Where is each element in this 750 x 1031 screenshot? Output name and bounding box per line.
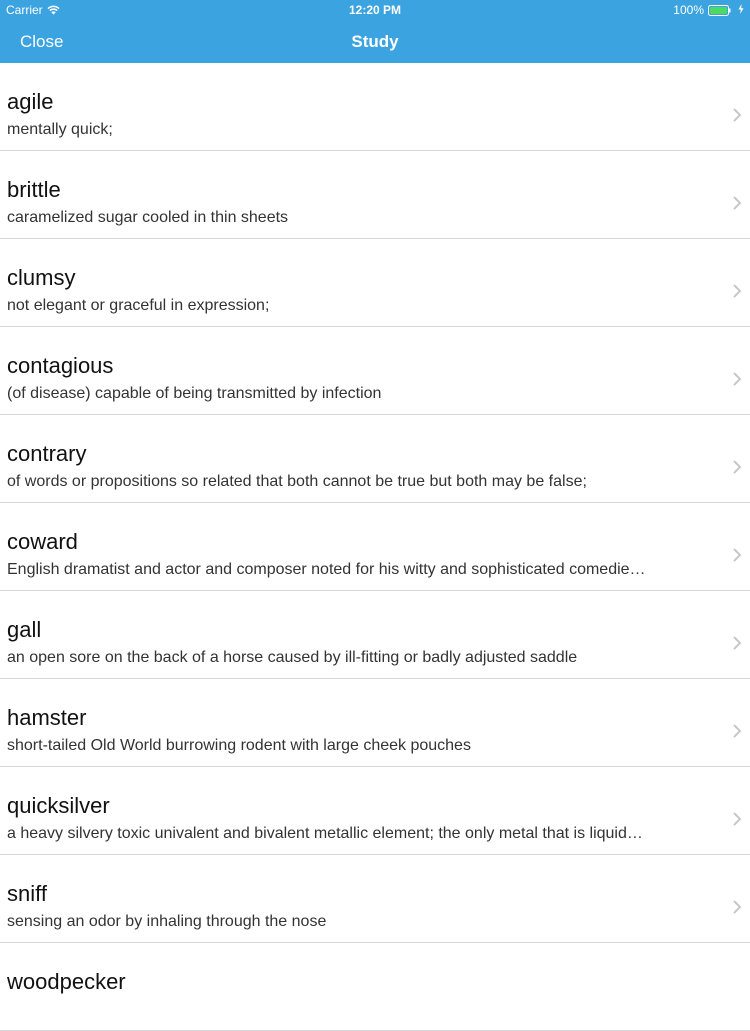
definition-text: English dramatist and actor and composer… <box>7 561 646 578</box>
list-item[interactable]: sniff sensing an odor by inhaling throug… <box>0 855 750 943</box>
definition-text: short-tailed Old World burrowing rodent … <box>7 737 471 754</box>
battery-icon <box>708 4 734 16</box>
list-item[interactable]: woodpecker <box>0 943 750 1031</box>
definition-text: (of disease) capable of being transmitte… <box>7 385 382 402</box>
word-label: agile <box>7 89 54 114</box>
word-label: gall <box>7 617 42 642</box>
definition-text: a heavy silvery toxic univalent and biva… <box>7 825 643 842</box>
word-label: contrary <box>7 441 87 466</box>
list-item[interactable]: contagious (of disease) capable of being… <box>0 327 750 415</box>
list-item[interactable]: contrary of words or propositions so rel… <box>0 415 750 503</box>
status-bar: Carrier 12:20 PM 100% <box>0 0 750 20</box>
status-time: 12:20 PM <box>348 3 402 17</box>
chevron-right-icon <box>732 547 742 563</box>
status-battery: 100% <box>673 0 744 20</box>
chevron-right-icon <box>732 107 742 123</box>
definition-text: mentally quick; <box>7 121 113 138</box>
battery-percent: 100% <box>673 3 704 17</box>
word-label: contagious <box>7 353 114 378</box>
nav-title: Study <box>351 32 399 51</box>
list-item[interactable]: clumsy not elegant or graceful in expres… <box>0 239 750 327</box>
chevron-right-icon <box>732 459 742 475</box>
chevron-right-icon <box>732 195 742 211</box>
chevron-right-icon <box>732 899 742 915</box>
definition-text: an open sore on the back of a horse caus… <box>7 649 578 666</box>
chevron-right-icon <box>732 635 742 651</box>
charging-bolt-icon <box>738 0 744 20</box>
word-label: coward <box>7 529 78 554</box>
definition-text: sensing an odor by inhaling through the … <box>7 913 327 930</box>
list-item[interactable]: quicksilver a heavy silvery toxic unival… <box>0 767 750 855</box>
definition-text: of words or propositions so related that… <box>7 473 587 490</box>
list-item[interactable]: coward English dramatist and actor and c… <box>0 503 750 591</box>
word-label: hamster <box>7 705 87 730</box>
word-list: agile mentally quick; brittle caramelize… <box>0 63 750 1031</box>
word-label: brittle <box>7 177 61 202</box>
word-label: woodpecker <box>7 969 126 994</box>
chevron-right-icon <box>732 371 742 387</box>
chevron-right-icon <box>732 811 742 827</box>
chevron-right-icon <box>732 723 742 739</box>
word-label: quicksilver <box>7 793 110 818</box>
header: Carrier 12:20 PM 100% Close Study <box>0 0 750 63</box>
chevron-right-icon <box>732 283 742 299</box>
word-label: clumsy <box>7 265 76 290</box>
list-item[interactable]: agile mentally quick; <box>0 63 750 151</box>
list-item[interactable]: gall an open sore on the back of a horse… <box>0 591 750 679</box>
nav-bar: Close Study <box>0 20 750 63</box>
word-label: sniff <box>7 881 47 906</box>
list-item[interactable]: brittle caramelized sugar cooled in thin… <box>0 151 750 239</box>
definition-text: not elegant or graceful in expression; <box>7 297 270 314</box>
list-item[interactable]: hamster short-tailed Old World burrowing… <box>0 679 750 767</box>
definition-text: caramelized sugar cooled in thin sheets <box>7 209 289 226</box>
